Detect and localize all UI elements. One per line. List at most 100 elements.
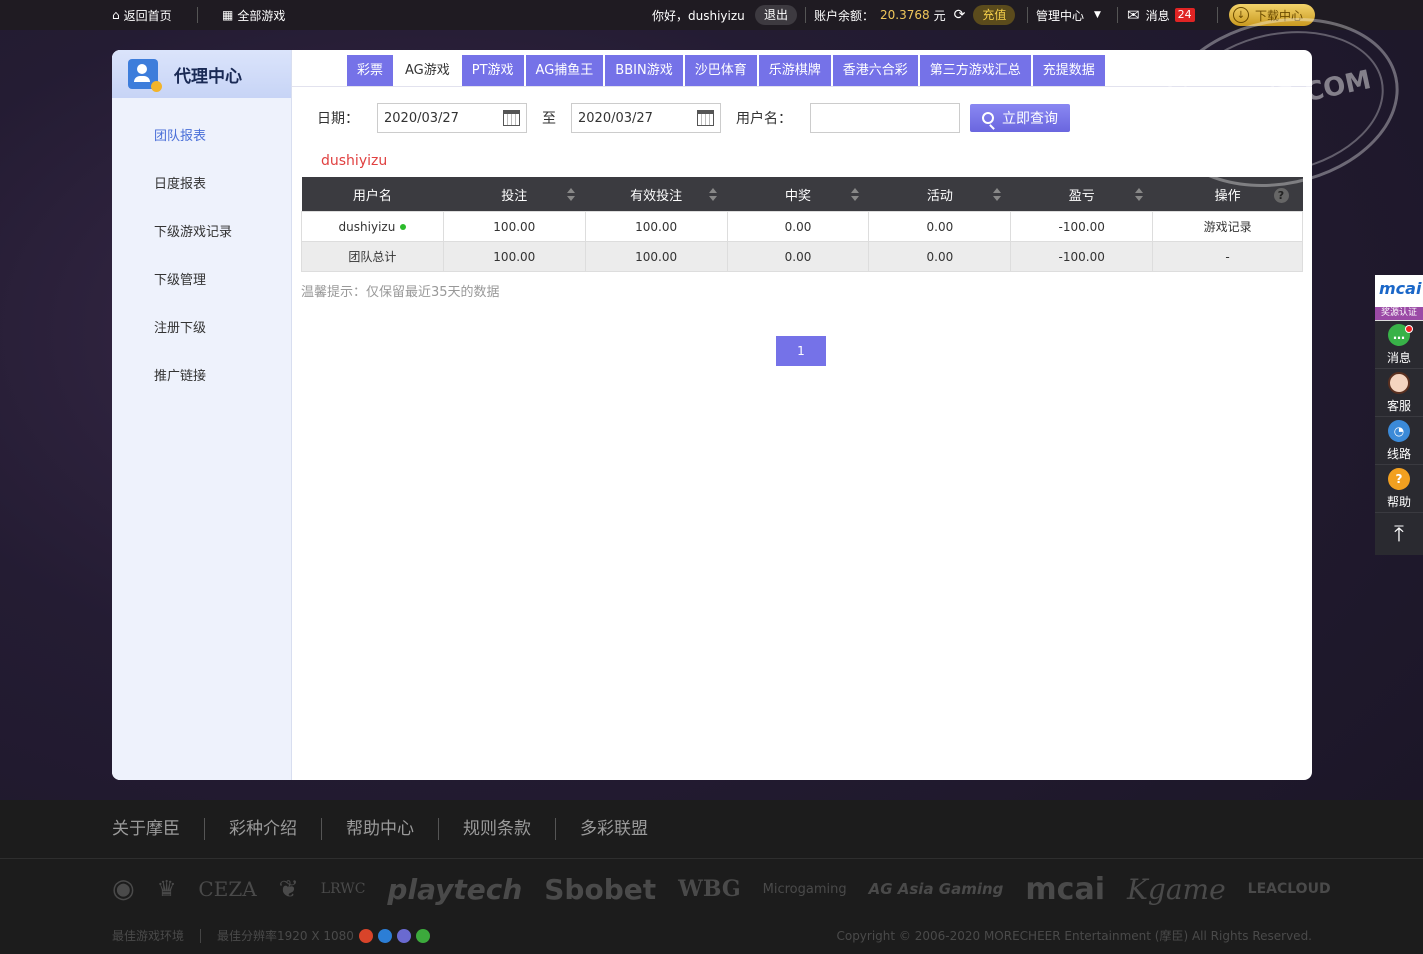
tab-divider: [292, 86, 1312, 87]
calendar-icon[interactable]: [503, 110, 520, 126]
partner-logo: WBG: [678, 876, 741, 902]
cell-prize: 0.00: [726, 211, 870, 242]
sort-icon[interactable]: [850, 188, 859, 202]
logout-button[interactable]: 退出: [755, 5, 798, 25]
current-user-label: dushiyizu: [321, 153, 388, 169]
partner-logos: ◉ ♛ CEZA ❦ LRWC playtech Sbobet WBG Micr…: [112, 868, 1353, 910]
date-from-field[interactable]: 2020/03/27: [377, 103, 527, 133]
tab-lottery[interactable]: 彩票: [347, 55, 394, 86]
messages-link[interactable]: ✉ 消息 24: [1127, 0, 1195, 30]
page-button[interactable]: 1: [776, 336, 826, 366]
sidebar-item-promo-link[interactable]: 推广链接: [112, 353, 291, 401]
partner-logo: CEZA: [198, 877, 257, 901]
tab-third-party-summary[interactable]: 第三方游戏汇总: [919, 55, 1031, 86]
sort-icon[interactable]: [992, 188, 1001, 202]
cell-username: dushiyizu: [301, 211, 444, 242]
back-to-top-button[interactable]: ⤒: [1375, 513, 1423, 555]
crest-logo: ♛: [156, 876, 177, 902]
username-input[interactable]: [810, 103, 960, 133]
footer-link-alliance[interactable]: 多彩联盟: [555, 818, 672, 840]
caret-down-icon: ▼: [1094, 10, 1101, 20]
sort-icon[interactable]: [709, 188, 718, 202]
agent-center-panel: 代理中心 团队报表 日度报表 下级游戏记录 下级管理 注册下级 推广链接 彩票 …: [112, 50, 1312, 780]
date-label: 日期：: [317, 111, 359, 127]
tab-bbin-games[interactable]: BBIN游戏: [605, 55, 683, 86]
float-customer-service-button[interactable]: 客服: [1375, 369, 1423, 417]
tab-pt-games[interactable]: PT游戏: [461, 55, 524, 86]
divider: [805, 7, 806, 23]
tab-leyou-chess[interactable]: 乐游棋牌: [758, 55, 831, 86]
recharge-button[interactable]: 充值: [973, 5, 1016, 25]
balance-unit: 元: [933, 8, 946, 23]
to-label: 至: [542, 111, 556, 127]
home-icon: ⌂: [112, 8, 120, 22]
ie-icon: [377, 928, 392, 943]
online-status-icon: [400, 223, 407, 230]
all-games-link[interactable]: ▦ 全部游戏: [222, 0, 285, 30]
globe-seal-logo: ◉: [112, 874, 135, 904]
question-icon: ?: [1388, 467, 1410, 490]
float-messages-button[interactable]: … 消息: [1375, 321, 1423, 369]
grid-icon: ▦: [222, 8, 234, 22]
divider: [1117, 7, 1118, 23]
sidebar-item-daily-report[interactable]: 日度报表: [112, 161, 291, 209]
tab-ag-games[interactable]: AG游戏: [395, 55, 460, 86]
float-route-button[interactable]: ◔ 线路: [1375, 417, 1423, 465]
sidebar-header: 代理中心: [112, 50, 291, 98]
col-profit-loss[interactable]: 盈亏: [1010, 177, 1153, 212]
refresh-icon[interactable]: ⟳: [954, 7, 966, 23]
manage-center-menu[interactable]: 管理中心 ▼: [1036, 0, 1101, 30]
tab-ag-fishing[interactable]: AG捕鱼王: [525, 55, 604, 86]
sidebar-item-register-sub[interactable]: 注册下级: [112, 305, 291, 353]
col-valid-bet[interactable]: 有效投注: [585, 177, 728, 212]
col-bet[interactable]: 投注: [443, 177, 586, 212]
footer: 关于摩臣 彩种介绍 帮助中心 规则条款 多彩联盟 ◉ ♛ CEZA ❦ LRWC…: [0, 800, 1423, 954]
home-link[interactable]: ⌂ 返回首页: [112, 0, 172, 30]
cell-valid-bet: 100.00: [584, 241, 728, 272]
query-button[interactable]: 立即查询: [970, 104, 1070, 132]
footer-link-about[interactable]: 关于摩臣: [112, 818, 204, 840]
sidebar-item-sub-game-records[interactable]: 下级游戏记录: [112, 209, 291, 257]
partner-logo: playtech: [387, 872, 523, 906]
tab-saba-sports[interactable]: 沙巴体育: [684, 55, 757, 86]
divider: [1027, 7, 1028, 23]
game-records-link[interactable]: 游戏记录: [1152, 211, 1303, 242]
tab-hk-mark-six[interactable]: 香港六合彩: [832, 55, 918, 86]
cell-action: -: [1152, 241, 1303, 272]
360-browser-icon: [415, 928, 430, 943]
sort-icon[interactable]: [567, 188, 576, 202]
col-username[interactable]: 用户名: [301, 177, 444, 212]
greeting: 你好，dushiyizu: [652, 8, 745, 23]
sidebar: 代理中心 团队报表 日度报表 下级游戏记录 下级管理 注册下级 推广链接: [112, 50, 292, 780]
filter-row: 日期： 2020/03/27 至 2020/03/27 用户名： 立即查询: [317, 103, 1070, 133]
cell-bet: 100.00: [442, 211, 586, 242]
calendar-icon[interactable]: [697, 110, 714, 126]
footer-bottom: 最佳游戏环境 最佳分辨率1920 X 1080: [112, 927, 430, 944]
copyright: Copyright © 2006-2020 MORECHEER Entertai…: [836, 929, 1312, 943]
mcai-logo: mcai: [1379, 279, 1422, 298]
game-tabs: 彩票 AG游戏 PT游戏 AG捕鱼王 BBIN游戏 沙巴体育 乐游棋牌 香港六合…: [347, 55, 1107, 86]
divider: [1217, 7, 1218, 23]
cell-username: 团队总计: [301, 241, 444, 272]
right-float-bar: mcai 奖源认证 … 消息 客服 ◔ 线路 ? 帮助 ⤒: [1375, 275, 1423, 555]
sidebar-item-team-report[interactable]: 团队报表: [112, 113, 291, 161]
mcai-certification[interactable]: mcai 奖源认证: [1375, 275, 1423, 321]
date-to-field[interactable]: 2020/03/27: [571, 103, 721, 133]
sidebar-item-sub-management[interactable]: 下级管理: [112, 257, 291, 305]
partner-logo: mcai: [1025, 871, 1105, 907]
lion-crest-logo: ❦: [278, 875, 299, 903]
col-prize[interactable]: 中奖: [727, 177, 869, 212]
footer-link-help-center[interactable]: 帮助中心: [321, 818, 438, 840]
tab-deposit-withdraw[interactable]: 充提数据: [1032, 55, 1105, 86]
sidebar-title: 代理中心: [174, 66, 242, 87]
cell-prize: 0.00: [726, 241, 870, 272]
partner-logo: Microgaming: [762, 881, 847, 897]
partner-logo: Sbobet: [544, 872, 657, 906]
partner-logo: LEACLOUD: [1247, 881, 1331, 897]
float-help-button[interactable]: ? 帮助: [1375, 465, 1423, 513]
sort-icon[interactable]: [1134, 188, 1143, 202]
col-activity[interactable]: 活动: [868, 177, 1011, 212]
help-icon[interactable]: ?: [1273, 188, 1289, 203]
footer-link-terms[interactable]: 规则条款: [438, 818, 555, 840]
footer-link-lottery-intro[interactable]: 彩种介绍: [204, 818, 321, 840]
